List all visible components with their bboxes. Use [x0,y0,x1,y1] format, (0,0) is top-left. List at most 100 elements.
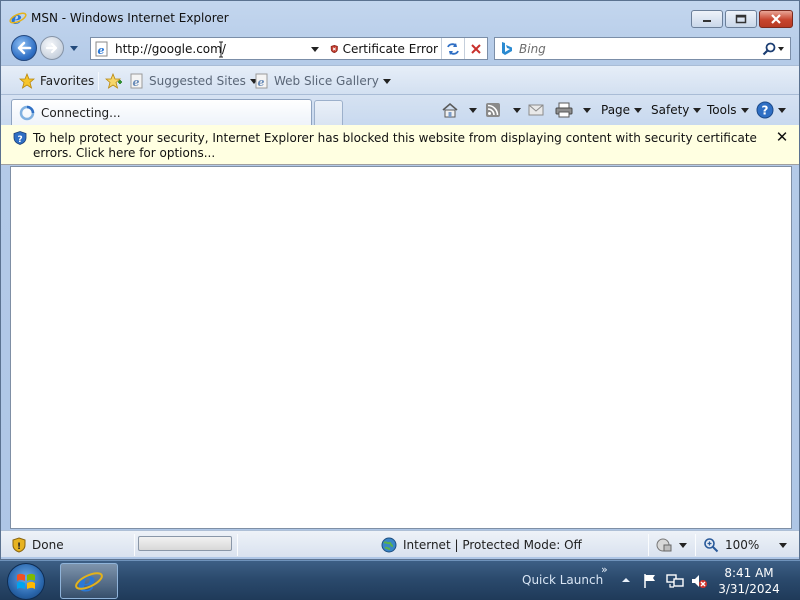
svg-text:e: e [78,566,96,596]
feeds-button[interactable] [485,99,521,121]
add-to-favorites-bar-button[interactable] [104,72,124,90]
quick-launch-toolbar[interactable]: Quick Launch [522,573,603,587]
clock-time: 8:41 AM [724,566,774,580]
zone-text: Internet | Protected Mode: Off [403,538,582,552]
divider [98,72,99,90]
progress-bar [138,536,232,551]
forward-arrow-icon [45,42,58,54]
windows-logo-icon [17,573,35,589]
tools-menu-label: Tools [707,103,737,117]
favorites-button[interactable]: Favorites [13,70,100,92]
chevron-down-icon [311,46,319,52]
tab-row: Connecting... Page Safety Tools ? [1,95,799,125]
privacy-button[interactable] [655,534,687,556]
favorites-label: Favorites [40,74,95,88]
zoom-button[interactable]: 100% [703,534,788,556]
information-bar[interactable]: ? To help protect your security, Interne… [1,125,799,165]
taskbar-internet-explorer[interactable]: e [60,563,118,599]
chevron-down-icon [513,107,521,113]
web-slice-gallery-label: Web Slice Gallery [274,74,379,88]
tab-label: Connecting... [41,105,121,120]
certificate-error-label: Certificate Error [342,41,438,56]
maximize-icon [735,14,747,24]
network-tray-icon[interactable] [666,572,684,590]
chevron-down-icon [679,542,687,548]
zoom-icon [704,538,719,553]
chevron-down-icon [70,45,78,51]
home-button[interactable] [441,99,477,121]
address-bar: e Certificate Error [90,37,488,60]
print-button[interactable] [555,99,591,121]
new-tab-button[interactable] [314,100,343,125]
clock-date: 3/31/2024 [718,582,780,596]
navigation-bar: e Certificate Error [1,33,799,63]
divider [134,534,135,556]
taskbar: e Quick Launch » 8:41 AM 3/31/2024 [0,560,800,600]
address-dropdown-button[interactable] [309,43,321,55]
svg-text:?: ? [18,135,23,145]
search-bar [494,37,791,60]
page-menu-label: Page [601,103,631,117]
start-button[interactable] [7,563,45,600]
window-title: MSN - Windows Internet Explorer [31,11,229,25]
forward-button[interactable] [40,36,64,60]
flag-icon [644,574,655,588]
mail-icon [528,104,544,116]
tools-menu-button[interactable]: Tools [707,99,749,121]
svg-text:!: ! [17,542,21,552]
address-input[interactable] [115,41,295,57]
page-menu-button[interactable]: Page [601,99,643,121]
help-icon: ? [756,101,774,119]
maximize-button[interactable] [725,10,757,28]
certificate-error-button[interactable]: Certificate Error [328,38,438,59]
shield-info-icon: ? [13,131,27,145]
recent-pages-dropdown[interactable] [68,42,80,54]
close-icon [771,14,781,24]
volume-tray-icon[interactable] [690,572,708,590]
chevron-up-icon [622,578,630,582]
search-input[interactable] [519,41,739,57]
refresh-button[interactable] [441,38,463,59]
chevron-down-icon [778,107,786,113]
divider [237,534,238,556]
star-icon [19,73,35,89]
show-hidden-icons-button[interactable] [621,575,631,585]
printer-icon [555,102,573,118]
rss-icon [486,103,500,117]
status-bar: ! Done Internet | Protected Mode: Off 10… [1,530,799,557]
close-information-bar-button[interactable]: ✕ [775,130,789,145]
shield-warning-icon: ! [12,537,26,553]
divider [695,534,696,556]
system-clock[interactable]: 8:41 AM 3/31/2024 [712,565,786,597]
ie-window: e MSN - Windows Internet Explorer e http… [0,0,800,560]
tab-connecting[interactable]: Connecting... [11,99,312,125]
shield-error-icon [330,44,338,53]
divider [648,534,649,556]
read-mail-button[interactable] [528,99,544,121]
web-slice-gallery-link[interactable]: e Web Slice Gallery [254,70,391,92]
minimize-button[interactable] [691,10,723,28]
refresh-icon [446,42,459,55]
svg-text:e: e [98,44,105,57]
status-cell: ! Done [12,534,64,556]
title-bar: e MSN - Windows Internet Explorer [1,1,799,33]
safety-menu-button[interactable]: Safety [651,99,702,121]
page-content[interactable] [10,166,792,529]
close-button[interactable] [759,10,793,28]
suggested-sites-link[interactable]: e Suggested Sites [129,70,258,92]
bing-icon [500,41,514,57]
chevron-down-icon [583,107,591,113]
network-icon [666,574,684,588]
help-button[interactable]: ? [756,99,786,121]
stop-button[interactable] [464,38,486,59]
quick-launch-overflow-button[interactable]: » [601,563,608,576]
back-button[interactable] [11,35,37,61]
chevron-down-icon [779,542,788,548]
chevron-down-icon [693,107,702,113]
search-button[interactable] [760,40,786,57]
suggested-sites-label: Suggested Sites [149,74,246,88]
action-center-tray-icon[interactable] [641,572,659,590]
security-zone[interactable]: Internet | Protected Mode: Off [381,534,582,556]
status-text: Done [32,538,64,552]
star-add-icon [105,73,122,89]
